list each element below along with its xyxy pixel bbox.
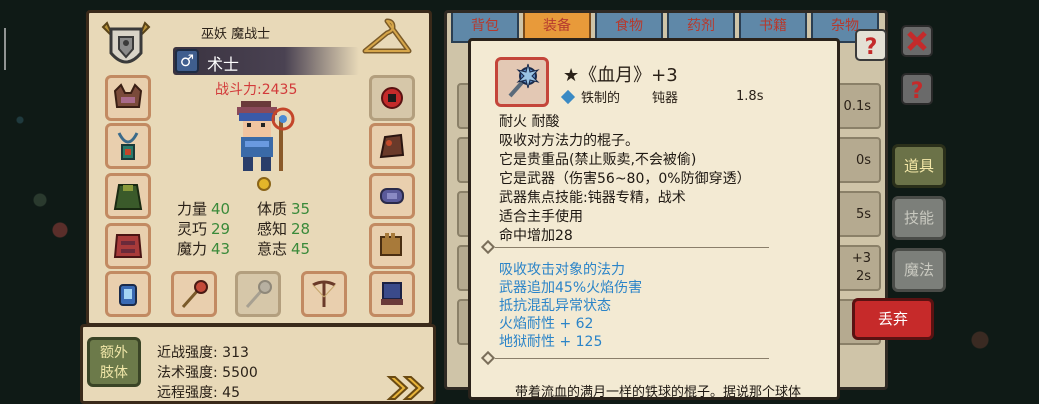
equip-slot-shoulder[interactable]: [369, 123, 415, 169]
effect-line: 吸收攻击对象的法力: [499, 262, 625, 278]
stat-perception: 感知 28: [257, 220, 311, 238]
equip-slot-boots[interactable]: [369, 271, 415, 317]
item-effects: 吸收攻击对象的法力 武器追加45%火焰伤害 抵抗混乱异常状态 火焰耐性 + 62…: [499, 261, 642, 351]
side-tab-skills[interactable]: 技能: [892, 196, 946, 240]
extra-limb-button[interactable]: 额外 肢体: [87, 337, 141, 387]
equip-slot-ring[interactable]: [369, 173, 415, 219]
screen-edge-line: [4, 28, 6, 70]
cloak-icon: [113, 184, 143, 210]
section-divider: [480, 239, 769, 255]
red-rune-icon: [381, 87, 403, 109]
stat-dexterity: 灵巧 29: [177, 220, 231, 238]
male-gender-icon: ♂: [175, 49, 199, 73]
equip-slot-belt[interactable]: [105, 271, 151, 317]
equip-slot-off-hand[interactable]: [235, 271, 281, 317]
stat-constitution: 体质 35: [257, 200, 311, 218]
ghost-mace-icon: [245, 280, 272, 308]
svg-text:?: ?: [865, 35, 878, 60]
gold-coin-icon: [257, 177, 271, 191]
pet-icon: [379, 133, 405, 159]
bracer-icon: [380, 188, 404, 204]
horned-helmet-icon: [113, 83, 143, 108]
attribute-stats: 力量 40 体质 35 灵巧 29 感知 28 魔力 43 意志 45: [177, 199, 337, 259]
class-banner: ♂ 术士: [173, 47, 359, 75]
spell-strength: 法术强度: 5500: [157, 365, 258, 381]
desc-line: 吸收对方法力的棍子。: [499, 133, 639, 149]
desc-line: 耐火 耐酸: [499, 114, 560, 130]
desc-line: 它是武器（伤害56~80，0%防御穿透）: [499, 171, 751, 187]
ranged-strength: 远程强度: 45: [157, 385, 240, 401]
desc-line: 适合主手使用: [499, 209, 583, 225]
double-chevron-right-icon[interactable]: [385, 373, 429, 403]
row-value: +3: [851, 251, 871, 266]
item-tooltip: ★《血月》+3 铁制的 钝器 1.8s 耐火 耐酸 吸收对方法力的棍子。 它是贵…: [468, 38, 840, 400]
strength-lines: 近战强度: 313 法术强度: 5500 远程强度: 45: [157, 343, 258, 403]
stat-strength: 力量 40: [177, 200, 231, 218]
armor-icon: [113, 234, 143, 258]
row-value: 0.1s: [843, 99, 871, 114]
stat-magic: 魔力 43: [177, 240, 231, 258]
race-name: 巫妖 魔战士: [201, 27, 271, 42]
stat-row: 力量 40 体质 35: [177, 199, 337, 219]
extra-limb-label-1: 额外: [100, 345, 128, 361]
row-value: 2s: [855, 269, 871, 284]
row-value: 5s: [855, 207, 871, 222]
equip-slot-neck[interactable]: [105, 123, 151, 169]
section-divider: [480, 350, 769, 366]
equip-slot-head[interactable]: [105, 75, 151, 121]
equip-slot-gloves[interactable]: [369, 223, 415, 269]
class-emblem-icon: [101, 21, 151, 64]
lantern-icon: [119, 284, 137, 306]
class-name: 术士: [207, 55, 240, 74]
divider-gem-icon: [480, 350, 496, 366]
strength-panel: 额外 肢体 近战强度: 313 法术强度: 5500 远程强度: 45: [80, 324, 436, 404]
discard-button[interactable]: 丢弃: [852, 298, 934, 340]
mace-weapon-icon: [508, 63, 540, 98]
close-x-icon[interactable]: [900, 24, 934, 60]
desc-line: 它是贵重品(禁止贩卖,不会被偷): [499, 152, 697, 168]
boots-icon: [381, 282, 403, 305]
crossbow-icon: [312, 280, 336, 307]
melee-strength: 近战强度: 313: [157, 345, 249, 361]
stat-row: 灵巧 29 感知 28: [177, 219, 337, 239]
help-question-icon[interactable]: ?: [900, 72, 934, 108]
extra-limb-label-2: 肢体: [100, 365, 128, 381]
help-question-icon[interactable]: ?: [854, 28, 888, 64]
amulet-icon: [117, 132, 139, 160]
gauntlet-icon: [380, 233, 402, 256]
stat-row: 魔力 43 意志 45: [177, 239, 337, 259]
effect-line: 武器追加45%火焰伤害: [499, 280, 643, 296]
character-panel: 巫妖 魔战士 ♂ 术士 战斗力:2435 力量 40 体质 35 灵巧 29 感…: [86, 10, 432, 326]
divider-gem-icon: [480, 239, 496, 255]
effect-line: 火焰耐性 + 62: [499, 316, 594, 332]
item-material: 铁制的: [581, 91, 621, 106]
combat-power: 战斗力:2435: [215, 82, 298, 98]
equip-slot-ranged[interactable]: [301, 271, 347, 317]
row-value: 0s: [855, 153, 871, 168]
equip-slot-cloak[interactable]: [105, 173, 151, 219]
material-diamond-icon: [560, 89, 576, 104]
equip-slot-ring-top[interactable]: [369, 75, 415, 121]
item-description: 耐火 耐酸 吸收对方法力的棍子。 它是贵重品(禁止贩卖,不会被偷) 它是武器（伤…: [499, 113, 751, 246]
item-speed: 1.8s: [736, 89, 764, 104]
stat-will: 意志 45: [257, 240, 311, 258]
svg-text:?: ?: [911, 79, 924, 104]
item-flavor-text: 带着流血的满月一样的铁球的棍子。据说那个球体: [515, 385, 802, 400]
side-tab-magic[interactable]: 魔法: [892, 248, 946, 292]
effect-line: 地狱耐性 + 125: [499, 334, 603, 350]
item-subinfo: 铁制的 钝器 1.8s: [560, 87, 764, 106]
item-title: ★《血月》+3: [563, 65, 678, 86]
equip-slot-main-hand[interactable]: [171, 271, 217, 317]
desc-line: 武器焦点技能:钝器专精，战术: [499, 190, 686, 206]
effect-line: 抵抗混乱异常状态: [499, 298, 611, 314]
flail-icon: [181, 280, 208, 308]
item-icon-frame: [495, 57, 549, 107]
equip-slot-body[interactable]: [105, 223, 151, 269]
hero-sprite: [237, 101, 295, 171]
hanger-icon[interactable]: [359, 17, 415, 59]
side-tab-items[interactable]: 道具: [892, 144, 946, 188]
item-weapon-type: 钝器: [652, 91, 679, 106]
